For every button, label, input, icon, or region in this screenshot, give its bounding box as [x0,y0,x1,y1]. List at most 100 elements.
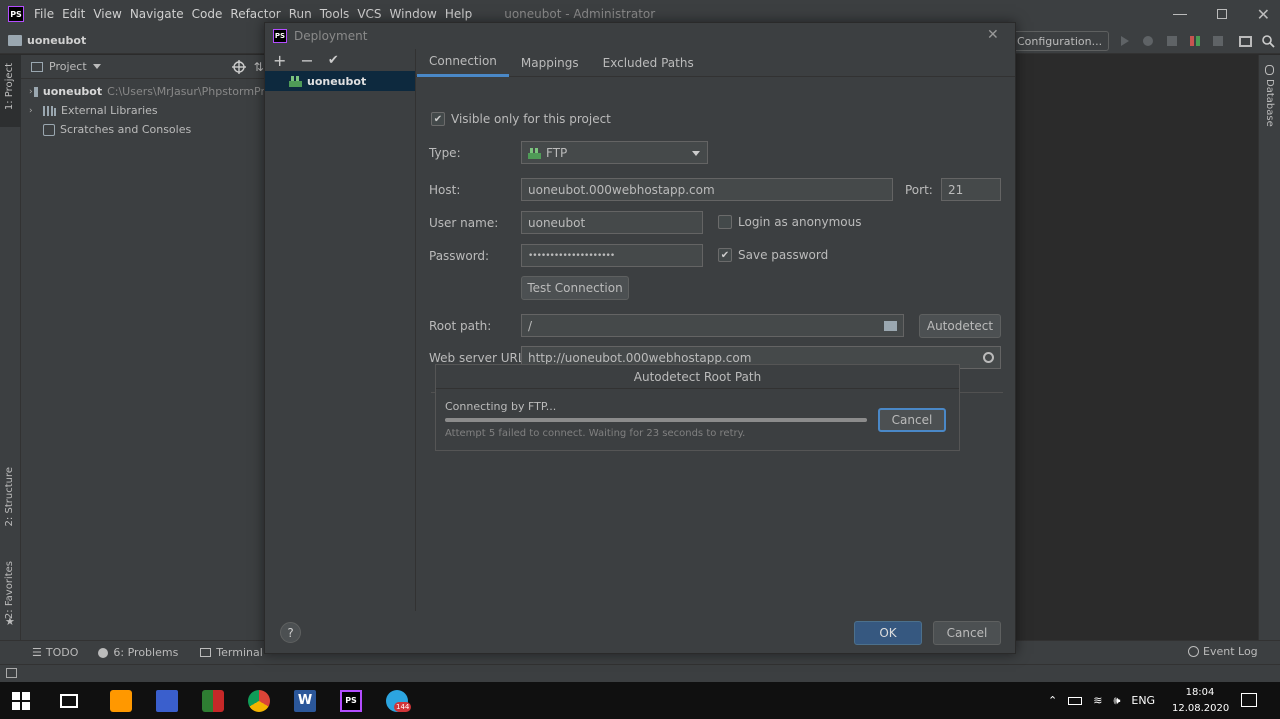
problems-tab[interactable]: 6: Problems [98,646,178,659]
server-item-uoneubot[interactable]: uoneubot [265,71,415,91]
test-connection-label: Test Connection [527,281,623,295]
sublime-text-icon[interactable] [110,689,132,712]
project-panel-title[interactable]: Project [49,60,87,73]
autodetect-label: Autodetect [926,319,994,333]
app-icon[interactable] [202,689,224,712]
checkmark-icon[interactable]: ✔ [328,53,339,68]
tab-connection[interactable]: Connection [417,49,509,77]
project-structure-icon[interactable] [1239,35,1253,47]
run-icon[interactable] [1121,36,1130,46]
battery-icon[interactable] [1068,696,1083,705]
debug-icon[interactable] [1143,36,1154,46]
checkbox-unchecked-icon[interactable] [718,215,732,229]
dialog-title-bar: PS Deployment ✕ [265,23,1015,49]
folder-icon[interactable] [884,321,897,331]
menu-vcs[interactable]: VCS [357,7,381,21]
maximize-icon[interactable] [1216,9,1227,19]
menu-edit[interactable]: Edit [62,7,85,21]
chrome-icon[interactable] [248,689,270,712]
database-tool-tab[interactable]: Database [1264,79,1275,127]
tree-item-scratches[interactable]: Scratches and Consoles [21,120,265,139]
test-connection-button[interactable]: Test Connection [521,276,629,300]
project-tool-tab[interactable]: 1: Project [0,55,21,127]
type-value: FTP [546,145,568,160]
project-panel-header: Project ⇅ [21,55,265,79]
autodetect-progress-dialog: Autodetect Root Path Connecting by FTP..… [435,364,960,451]
status-toggle-icon[interactable] [6,668,17,678]
menu-help[interactable]: Help [445,7,472,21]
menu-run[interactable]: Run [289,7,312,21]
add-icon[interactable]: + [273,51,286,70]
menu-code[interactable]: Code [192,7,223,21]
chevron-up-icon[interactable]: ⌃ [1048,694,1057,707]
menu-tools[interactable]: Tools [320,7,350,21]
clock[interactable]: 18:04 12.08.2020 [1172,685,1229,717]
notifications-icon[interactable] [1241,693,1257,707]
windows-taskbar: W PS 144 ⌃ ≋ 🕪 ENG 18:04 12.08.2020 [0,682,1280,719]
structure-tool-tab[interactable]: 2: Structure [4,467,15,526]
autodetect-button[interactable]: Autodetect [919,314,1001,338]
locate-icon[interactable] [231,59,246,74]
todo-tab[interactable]: ☰ TODO [32,646,78,659]
save-password-checkbox[interactable]: ✔ Save password [718,248,828,262]
close-window-icon[interactable]: ✕ [1257,5,1270,24]
checkbox-checked-icon[interactable]: ✔ [431,112,445,126]
menu-view[interactable]: View [93,7,121,21]
username-input[interactable]: uoneubot [521,211,703,234]
vcs-update-icon[interactable] [1189,35,1201,47]
editor-area [1015,55,1258,640]
port-input[interactable]: 21 [941,178,1001,201]
favorites-tool-tab[interactable]: 2: Favorites [4,561,15,619]
help-button[interactable]: ? [280,622,301,643]
tree-item-external-libraries[interactable]: › External Libraries [21,101,265,120]
password-input[interactable]: •••••••••••••••••••• [521,244,703,267]
tab-excluded-paths[interactable]: Excluded Paths [591,49,706,77]
menu-window[interactable]: Window [390,7,437,21]
menu-refactor[interactable]: Refactor [230,7,280,21]
ok-button[interactable]: OK [854,621,922,645]
event-log-tab[interactable]: Event Log [1188,645,1258,658]
save-disk-icon[interactable] [156,689,178,712]
password-label: Password: [429,249,490,263]
volume-icon[interactable]: 🕪 [1113,694,1120,708]
password-value: •••••••••••••••••••• [528,250,615,261]
menu-file[interactable]: File [34,7,54,21]
telegram-icon[interactable]: 144 [386,689,412,712]
stop-icon[interactable] [1213,36,1224,46]
wifi-icon[interactable]: ≋ [1093,694,1102,707]
terminal-tab[interactable]: Terminal [200,646,263,659]
remove-icon[interactable]: − [300,51,313,70]
close-dialog-icon[interactable]: ✕ [987,27,999,43]
port-value: 21 [948,182,964,197]
root-path-input[interactable]: / [521,314,904,337]
globe-icon[interactable] [983,352,994,363]
tree-item-uoneubot[interactable]: › uoneubot C:\Users\MrJasur\PhpstormPr [21,82,265,101]
port-label: Port: [905,183,933,197]
login-anonymous-checkbox[interactable]: Login as anonymous [718,215,862,229]
chevron-down-icon[interactable] [92,64,101,69]
run-configuration-button[interactable]: Configuration... [1010,31,1110,51]
server-list-panel: + − ✔ uoneubot [265,49,416,611]
tab-mappings[interactable]: Mappings [509,49,591,77]
type-select[interactable]: FTP [521,141,708,164]
web-url-label: Web server URL: [429,351,529,365]
windows-start-icon[interactable] [12,691,30,710]
visible-only-checkbox[interactable]: ✔ Visible only for this project [431,112,611,126]
language-indicator[interactable]: ENG [1131,694,1155,707]
minimize-icon[interactable] [1172,13,1187,15]
coverage-icon[interactable] [1167,36,1178,46]
menu-navigate[interactable]: Navigate [130,7,184,21]
checkbox-checked-icon[interactable]: ✔ [718,248,732,262]
cancel-button[interactable]: Cancel [933,621,1001,645]
word-icon[interactable]: W [294,689,316,712]
progress-cancel-button[interactable]: Cancel [878,408,946,432]
host-input[interactable]: uoneubot.000webhostapp.com [521,178,893,201]
breadcrumb[interactable]: uoneubot [27,34,86,47]
web-url-value: http://uoneubot.000webhostapp.com [528,350,752,365]
search-everywhere-icon[interactable] [1262,34,1275,48]
task-view-icon[interactable] [60,693,78,708]
expand-arrow-icon[interactable]: › [29,106,43,116]
phpstorm-taskbar-icon[interactable]: PS [340,689,362,712]
progress-detail: Attempt 5 failed to connect. Waiting for… [445,428,746,439]
collapse-all-icon[interactable]: ⇅ [254,60,264,74]
